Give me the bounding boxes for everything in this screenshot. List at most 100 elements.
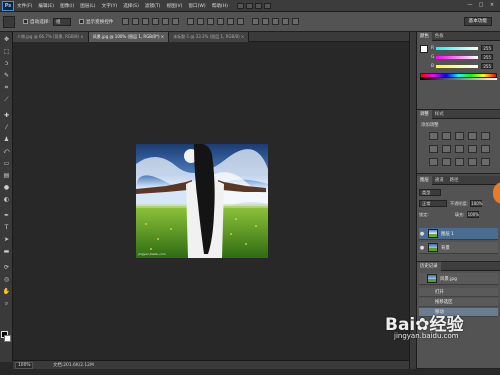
hue-saturation-icon[interactable]: [429, 145, 438, 153]
show-transform-checkbox[interactable]: [78, 19, 84, 24]
tab-styles[interactable]: 样式: [432, 111, 447, 117]
quick-select-tool-icon[interactable]: ✎: [2, 72, 11, 80]
menu-file[interactable]: 文件(F): [14, 3, 35, 9]
history-snapshot[interactable]: 风景.jpg: [419, 273, 498, 285]
3d-slide-icon[interactable]: [281, 18, 289, 25]
gray-ramp[interactable]: [420, 78, 497, 80]
maximize-button[interactable]: □: [477, 2, 485, 9]
tab-paths[interactable]: 路径: [447, 177, 462, 183]
vibrance-icon[interactable]: [481, 132, 490, 140]
invert-icon[interactable]: [429, 158, 438, 166]
align-hcenter-icon[interactable]: [161, 18, 169, 25]
tab-channels[interactable]: 通道: [432, 177, 447, 183]
3d-pan-icon[interactable]: [271, 18, 279, 25]
gradient-map-icon[interactable]: [468, 158, 477, 166]
workspace-button[interactable]: 基本功能: [463, 17, 492, 26]
distribute-left-icon[interactable]: [216, 18, 224, 25]
3d-camera-tool-icon[interactable]: ◎: [2, 276, 11, 284]
layer-kind-filter[interactable]: 类型: [419, 189, 441, 196]
align-bottom-icon[interactable]: [141, 18, 149, 25]
photo-filter-icon[interactable]: [468, 145, 477, 153]
dodge-tool-icon[interactable]: ◐: [2, 196, 11, 204]
healing-brush-tool-icon[interactable]: ✚: [2, 112, 11, 120]
red-slider-bar[interactable]: [436, 46, 478, 50]
eye-icon[interactable]: ●: [419, 231, 425, 237]
document-size[interactable]: 文档:201.6K/2.12M: [53, 362, 94, 368]
threshold-icon[interactable]: [455, 158, 464, 166]
tab-document-3[interactable]: 未标题-1 @ 33.3% (图层 1, RGB/8) ×: [169, 32, 250, 42]
pen-tool-icon[interactable]: ✒: [2, 212, 11, 220]
3d-scale-icon[interactable]: [291, 18, 299, 25]
align-vcenter-icon[interactable]: [131, 18, 139, 25]
hand-tool-icon[interactable]: ✋: [2, 288, 11, 296]
red-value[interactable]: 255: [481, 45, 493, 51]
green-slider[interactable]: G 255: [431, 54, 497, 60]
tab-color[interactable]: 颜色: [417, 31, 432, 41]
path-selection-tool-icon[interactable]: ➤: [2, 236, 11, 244]
menu-image[interactable]: 图像(I): [57, 3, 77, 9]
close-button[interactable]: ×: [488, 2, 496, 9]
distribute-bottom-icon[interactable]: [206, 18, 214, 25]
tab-history[interactable]: 历史记录: [417, 261, 441, 271]
levels-icon[interactable]: [442, 132, 451, 140]
posterize-icon[interactable]: [442, 158, 451, 166]
type-tool-icon[interactable]: T: [2, 224, 11, 232]
layer-row-1[interactable]: ● 图层 1: [419, 228, 498, 240]
curves-icon[interactable]: [455, 132, 464, 140]
history-step-2[interactable]: 拖移选区: [419, 298, 498, 307]
align-right-icon[interactable]: [171, 18, 179, 25]
tab-layers[interactable]: 图层: [417, 175, 432, 185]
red-slider[interactable]: R 255: [431, 45, 497, 51]
menu-edit[interactable]: 编辑(E): [35, 3, 57, 9]
history-step-1[interactable]: 打开: [419, 288, 498, 297]
blur-tool-icon[interactable]: ●: [2, 184, 11, 192]
black-white-icon[interactable]: [455, 145, 464, 153]
distribute-top-icon[interactable]: [186, 18, 194, 25]
arrange-documents-icon[interactable]: [263, 2, 271, 9]
menu-select[interactable]: 选择(S): [120, 3, 142, 9]
3d-rotate-icon[interactable]: [251, 18, 259, 25]
eye-icon[interactable]: ●: [419, 245, 425, 251]
zoom-field[interactable]: 100%: [15, 361, 33, 369]
tab-document-1[interactable]: 人物.jpg @ 66.7% (背景, RGB/8) ×: [13, 32, 89, 42]
fill-value[interactable]: 100%: [466, 211, 479, 218]
selective-color-icon[interactable]: [481, 158, 490, 166]
menu-type[interactable]: 文字(Y): [99, 3, 121, 9]
history-brush-tool-icon[interactable]: ⤺: [2, 148, 11, 156]
clone-stamp-tool-icon[interactable]: ♟: [2, 136, 11, 144]
exposure-icon[interactable]: [468, 132, 477, 140]
tab-swatches[interactable]: 色板: [432, 33, 447, 39]
bridge-icon[interactable]: [236, 2, 244, 9]
minimize-button[interactable]: —: [466, 2, 474, 9]
green-value[interactable]: 255: [481, 54, 493, 60]
minibridge-icon[interactable]: [245, 2, 253, 9]
blend-mode-select[interactable]: 正常: [419, 200, 447, 207]
zoom-level-icon[interactable]: [254, 2, 262, 9]
channel-mixer-icon[interactable]: [481, 145, 490, 153]
eyedropper-tool-icon[interactable]: ⟋: [2, 96, 11, 104]
menu-window[interactable]: 窗口(W): [185, 3, 208, 9]
distribute-right-icon[interactable]: [236, 18, 244, 25]
zoom-tool-icon[interactable]: ⌕: [2, 300, 11, 308]
color-balance-icon[interactable]: [442, 145, 451, 153]
brush-tool-icon[interactable]: ⁄: [2, 124, 11, 132]
menu-help[interactable]: 帮助(H): [209, 3, 231, 9]
distribute-hcenter-icon[interactable]: [226, 18, 234, 25]
document-image[interactable]: jingyan.baidu.com: [136, 144, 268, 258]
gradient-tool-icon[interactable]: ▤: [2, 172, 11, 180]
brightness-contrast-icon[interactable]: [429, 132, 438, 140]
move-tool-preset-icon[interactable]: [3, 15, 15, 28]
crop-tool-icon[interactable]: ⌗: [2, 84, 11, 92]
auto-select-checkbox[interactable]: [23, 19, 28, 24]
menu-filter[interactable]: 滤镜(T): [142, 3, 164, 9]
auto-select-dropdown[interactable]: 组: [52, 17, 71, 26]
opacity-value[interactable]: 100%: [470, 200, 483, 207]
blue-value[interactable]: 255: [481, 63, 493, 69]
menu-layer[interactable]: 图层(L): [77, 3, 98, 9]
3d-tool-icon[interactable]: ⟳: [2, 264, 11, 272]
menu-view[interactable]: 视图(V): [163, 3, 185, 9]
shape-tool-icon[interactable]: ▬: [2, 248, 11, 256]
3d-roll-icon[interactable]: [261, 18, 269, 25]
blue-slider-bar[interactable]: [436, 64, 478, 68]
canvas-area[interactable]: jingyan.baidu.com: [13, 42, 409, 360]
